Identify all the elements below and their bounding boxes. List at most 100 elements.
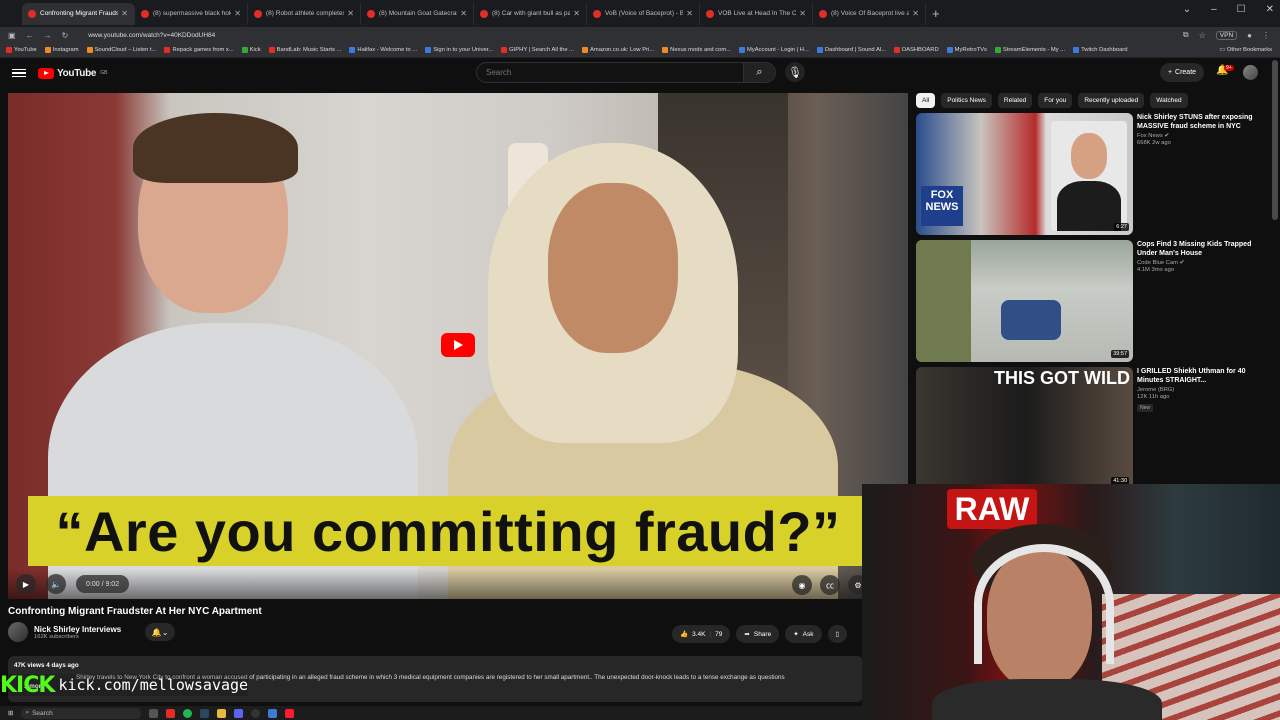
browser-tab[interactable]: VoB (Voice of Baceprot) - Be ✕ xyxy=(587,2,700,25)
browser-tab[interactable]: (8) Robot athlete completes 40✕ xyxy=(248,2,361,25)
reload-icon[interactable]: ↻ xyxy=(62,31,69,40)
bookmark-item[interactable]: MyAccount - Login | H... xyxy=(739,47,809,53)
recommended-video[interactable]: 39:57 Cops Find 3 Missing Kids Trapped U… xyxy=(916,240,1276,362)
bookmark-star-icon[interactable]: ☆ xyxy=(1199,31,1206,40)
youtube-logo[interactable]: YouTube GB xyxy=(38,67,107,79)
bookmark-item[interactable]: MyRetroTVs xyxy=(946,47,987,53)
search-input[interactable] xyxy=(477,68,743,77)
tab-search-icon[interactable]: ⌄ xyxy=(1183,4,1191,15)
close-tab-icon[interactable]: ✕ xyxy=(234,9,241,18)
spotify-icon[interactable] xyxy=(183,708,193,718)
discord-icon[interactable] xyxy=(234,708,244,718)
browser-tab[interactable]: (8) Voice Of Baceprot live at Co✕ xyxy=(813,2,926,25)
close-tab-icon[interactable]: ✕ xyxy=(799,9,806,18)
bookmark-item[interactable]: StreamElements - My ... xyxy=(994,47,1065,53)
chip-politics-news[interactable]: Politics News xyxy=(941,93,992,108)
recommended-channel[interactable]: Fox News ✔ xyxy=(1137,133,1272,139)
close-tab-icon[interactable]: ✕ xyxy=(121,9,128,18)
sidebar-toggle-icon[interactable]: ▣ xyxy=(8,31,16,40)
close-tab-icon[interactable]: ✕ xyxy=(347,9,354,18)
browser-tab[interactable]: VOB Live at Head In The Cloud✕ xyxy=(700,2,813,25)
chip-recently-uploaded[interactable]: Recently uploaded xyxy=(1078,93,1145,108)
chip-related[interactable]: Related xyxy=(997,93,1033,108)
chip-watched[interactable]: Watched xyxy=(1150,93,1188,108)
url-field[interactable]: www.youtube.com/watch?v=40KDDodUH84 xyxy=(88,32,215,39)
menu-dots-icon[interactable]: ⋮ xyxy=(1262,31,1270,40)
bookmark-item[interactable]: DASHBOARD xyxy=(893,47,939,53)
video-thumbnail[interactable]: THIS GOT WILD 41:30 xyxy=(916,367,1133,489)
new-tab-button[interactable]: + xyxy=(932,6,940,21)
recommended-channel[interactable]: Jerome (BRG) xyxy=(1137,387,1272,393)
forward-icon[interactable]: → xyxy=(44,31,52,40)
browser-tab[interactable]: (8) Mountain Goat Gatecrashes✕ xyxy=(361,2,474,25)
browser-icon[interactable] xyxy=(166,708,176,718)
bookmark-item[interactable]: Nexus mods and com... xyxy=(662,47,731,53)
bookmark-item[interactable]: BandLab: Music Starts ... xyxy=(268,47,341,53)
extensions-icon[interactable]: ⧉ xyxy=(1183,30,1189,40)
play-icon[interactable]: ▶ xyxy=(16,574,36,594)
recommended-title[interactable]: Nick Shirley STUNS after exposing MASSIV… xyxy=(1137,113,1272,131)
chip-for-you[interactable]: For you xyxy=(1038,93,1073,108)
file-explorer-icon[interactable] xyxy=(149,708,159,718)
bookmark-item[interactable]: SoundCloud – Listen t... xyxy=(86,47,156,53)
close-window-icon[interactable]: ✕ xyxy=(1266,4,1274,15)
recommended-video[interactable]: THIS GOT WILD 41:30 I GRILLED Shiekh Uth… xyxy=(916,367,1276,489)
browser-tab[interactable]: (8) Car with giant bull as passe✕ xyxy=(474,2,587,25)
close-tab-icon[interactable]: ✕ xyxy=(460,9,467,18)
like-button[interactable]: 👍 3.4K | 79 xyxy=(672,625,731,643)
voice-search-icon[interactable]: 🎙 xyxy=(785,62,805,82)
ask-button[interactable]: ✦ Ask xyxy=(785,625,822,643)
close-tab-icon[interactable]: ✕ xyxy=(573,9,580,18)
account-avatar[interactable] xyxy=(1243,65,1258,80)
video-thumbnail[interactable]: FOX NEWS 6:27 xyxy=(916,113,1133,235)
recommended-video[interactable]: FOX NEWS 6:27 Nick Shirley STUNS after e… xyxy=(916,113,1276,235)
bookmark-item[interactable]: GIPHY | Search All the ... xyxy=(501,47,574,53)
recommended-stats: 668K 2w ago xyxy=(1137,140,1171,146)
video-player[interactable]: “Are you committing fraud?” ▶ 🔈 0:00 / 9… xyxy=(8,93,908,599)
obs-icon[interactable] xyxy=(251,708,261,718)
steam-icon[interactable] xyxy=(200,708,210,718)
bookmark-item[interactable]: Sign in to your Univer... xyxy=(425,47,493,53)
opera-icon[interactable] xyxy=(285,708,295,718)
folder-icon[interactable] xyxy=(217,708,227,718)
search-button[interactable]: ⌕ xyxy=(743,63,775,82)
subscription-bell-button[interactable]: 🔔 ⌄ xyxy=(145,623,176,641)
close-tab-icon[interactable]: ✕ xyxy=(912,9,919,18)
recommended-title[interactable]: I GRILLED Shiekh Uthman for 40 Minutes S… xyxy=(1137,367,1272,385)
bookmark-item[interactable]: YouTube xyxy=(6,47,37,53)
maximize-icon[interactable]: ☐ xyxy=(1237,4,1246,15)
hamburger-menu-icon[interactable] xyxy=(12,68,26,78)
autoplay-toggle-icon[interactable]: ◉ xyxy=(792,575,812,595)
channel-name[interactable]: Nick Shirley Interviews xyxy=(34,625,121,634)
page-scrollbar[interactable] xyxy=(1272,60,1278,220)
bookmark-item[interactable]: Repack games from x... xyxy=(164,47,234,53)
bookmark-item[interactable]: Kick xyxy=(241,47,261,53)
large-play-button-icon[interactable] xyxy=(441,333,475,357)
browser-tab[interactable]: Confronting Migrant Fraudst ✕ xyxy=(22,2,135,25)
start-menu-icon[interactable]: ⊞ xyxy=(8,709,13,717)
other-bookmarks[interactable]: ▭ Other Bookmarks xyxy=(1219,47,1280,53)
volume-icon[interactable]: 🔈 xyxy=(46,574,66,594)
video-thumbnail[interactable]: 39:57 xyxy=(916,240,1133,362)
save-button[interactable]: ▯ xyxy=(827,625,848,643)
recommended-title[interactable]: Cops Find 3 Missing Kids Trapped Under M… xyxy=(1137,240,1272,258)
bookmark-item[interactable]: Twitch Dashboard xyxy=(1073,47,1127,53)
bookmark-item[interactable]: Halifax - Welcome to ... xyxy=(349,47,417,53)
channel-avatar[interactable] xyxy=(8,622,28,642)
subtitles-icon[interactable]: ㏄ xyxy=(820,575,840,595)
recommended-channel[interactable]: Code Blue Cam ✔ xyxy=(1137,260,1272,266)
chip-all[interactable]: All xyxy=(916,93,936,108)
minimize-icon[interactable]: – xyxy=(1211,4,1217,15)
share-button[interactable]: ➦ Share xyxy=(736,625,780,643)
browser-tab[interactable]: (8) supermassive black hole (m✕ xyxy=(135,2,248,25)
profile-icon[interactable]: ● xyxy=(1247,31,1252,40)
bookmark-item[interactable]: Amazon.co.uk: Low Pri... xyxy=(582,47,654,53)
bookmark-item[interactable]: Instagram xyxy=(44,47,79,53)
create-button[interactable]: + Create xyxy=(1160,63,1204,82)
back-icon[interactable]: ← xyxy=(26,31,34,40)
taskbar-search[interactable]: ⌕ Search xyxy=(21,707,142,719)
app-icon[interactable] xyxy=(268,708,278,718)
close-tab-icon[interactable]: ✕ xyxy=(686,9,693,18)
bookmark-item[interactable]: Dashboard | Sound Al... xyxy=(816,47,886,53)
vpn-button[interactable]: VPN xyxy=(1215,30,1238,40)
